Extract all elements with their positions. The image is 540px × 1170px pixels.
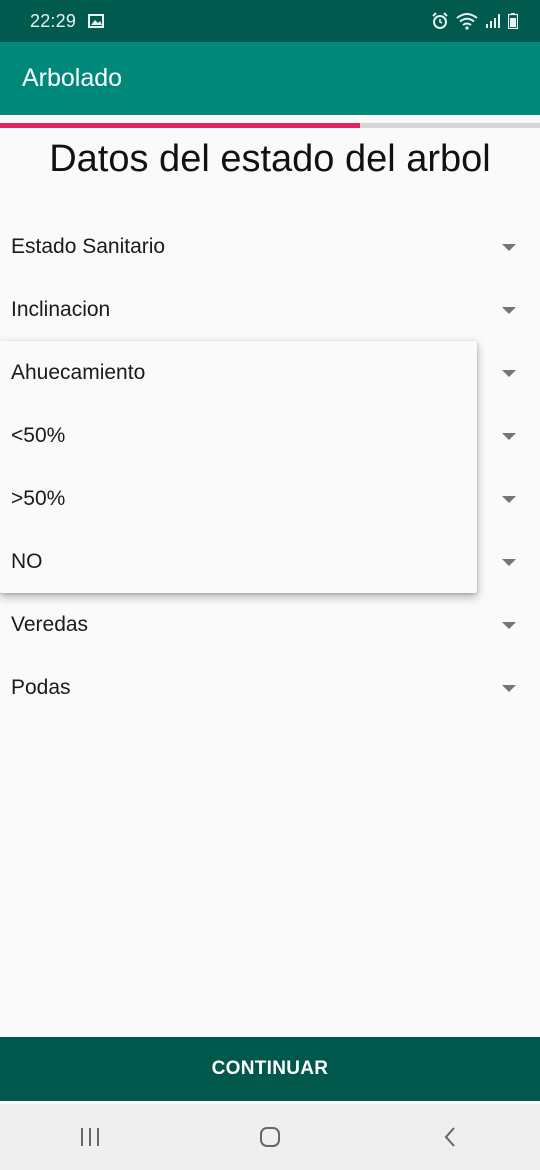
menu-item-no[interactable]: NO [0, 530, 477, 593]
menu-item-more-than-50[interactable]: >50% [0, 467, 477, 530]
status-bar: 22:29 [0, 0, 540, 42]
dropdown-arrow-icon [502, 621, 516, 629]
signal-icon [486, 14, 500, 28]
app-title: Arbolado [22, 64, 123, 92]
spinner-label: Podas [11, 676, 71, 699]
back-icon [444, 1127, 455, 1147]
progress-fill [0, 123, 361, 128]
dropdown-arrow-icon [502, 369, 516, 377]
dropdown-menu: Ahuecamiento <50% >50% NO [0, 341, 477, 593]
navigation-bar [0, 1104, 540, 1170]
dropdown-arrow-icon [502, 495, 516, 503]
dropdown-arrow-icon [502, 243, 516, 251]
spinner-veredas[interactable]: Veredas [0, 594, 540, 656]
dropdown-arrow-icon [502, 684, 516, 692]
dropdown-arrow-icon [502, 558, 516, 566]
status-time: 22:29 [30, 10, 77, 31]
spinner-label: Estado Sanitario [11, 235, 166, 258]
dropdown-arrow-icon [502, 432, 516, 440]
dropdown-arrow-icon [502, 306, 516, 314]
continue-button[interactable]: CONTINUAR [0, 1037, 540, 1101]
spinner-label: Veredas [11, 613, 89, 636]
spinner-podas[interactable]: Podas [0, 657, 540, 719]
recent-apps-icon [81, 1128, 99, 1146]
spinner-inclinacion[interactable]: Inclinacion [0, 279, 540, 341]
recent-apps-button[interactable] [60, 1112, 120, 1162]
back-button[interactable] [420, 1112, 480, 1162]
spinner-estado-sanitario[interactable]: Estado Sanitario [0, 216, 540, 278]
menu-item-less-than-50[interactable]: <50% [0, 404, 477, 467]
spinner-label: Inclinacion [11, 298, 111, 321]
page-title: Datos del estado del arbol [49, 138, 491, 180]
progress-bar [0, 123, 540, 128]
status-icons [431, 12, 518, 30]
menu-item-ahuecamiento[interactable]: Ahuecamiento [0, 341, 477, 404]
image-icon [88, 14, 105, 28]
battery-icon [508, 13, 518, 29]
wifi-icon [456, 13, 478, 30]
home-icon [260, 1127, 280, 1147]
alarm-icon [432, 12, 448, 29]
app-bar: Arbolado [0, 42, 540, 115]
home-button[interactable] [240, 1112, 300, 1162]
